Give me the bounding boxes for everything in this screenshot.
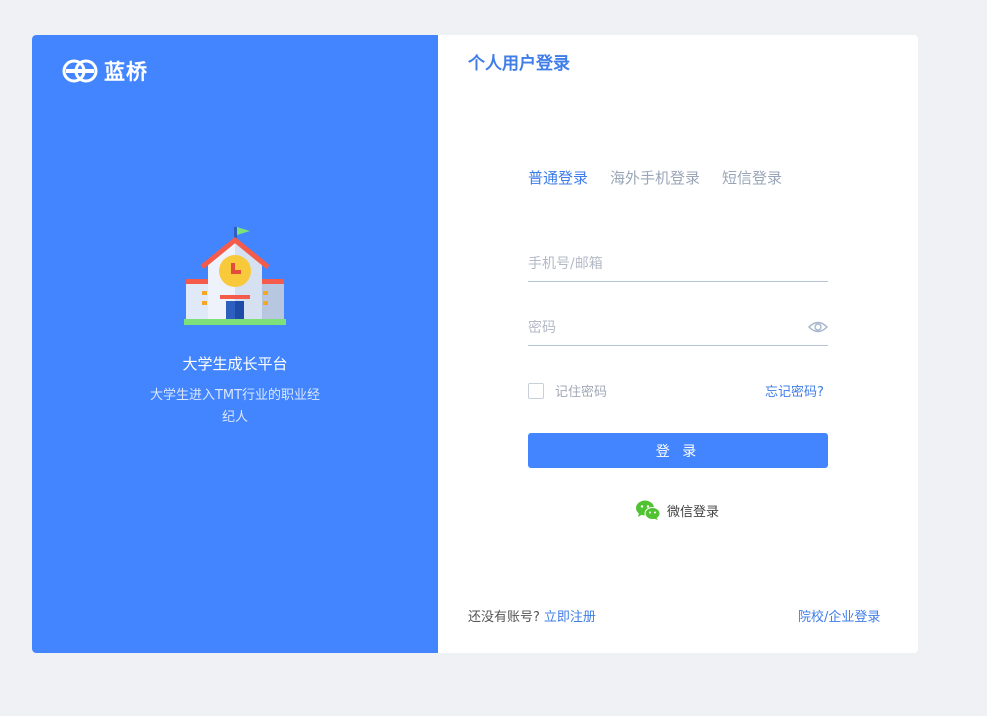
wechat-login[interactable]: 微信登录 xyxy=(636,500,719,521)
platform-subtitle: 大学生进入TMT行业的职业经纪人 xyxy=(149,388,321,425)
school-building-icon xyxy=(184,227,286,325)
login-tabs: 普通登录 海外手机登录 短信登录 xyxy=(528,167,782,188)
wechat-icon xyxy=(636,500,660,520)
org-login-link[interactable]: 院校/企业登录 xyxy=(798,606,880,625)
eye-icon[interactable] xyxy=(808,320,828,334)
no-account-text: 还没有账号? xyxy=(468,610,540,625)
platform-slogan: 大学生成长平台 xyxy=(182,355,288,373)
account-field xyxy=(528,247,828,282)
register-prompt: 还没有账号? 立即注册 xyxy=(468,606,596,625)
wechat-login-label: 微信登录 xyxy=(667,505,720,520)
brand-panel: 蓝桥 大学生成长平台 大学生进入TMT行业的职业经纪人 xyxy=(32,35,438,653)
forgot-password-link[interactable]: 忘记密码? xyxy=(765,381,824,400)
remember-checkbox[interactable] xyxy=(528,382,544,399)
tab-sms-login[interactable]: 短信登录 xyxy=(722,167,782,188)
login-card: 蓝桥 大学生成长平台 大学生进入TMT行业的职业经纪人 个人用户登录 普通登录 … xyxy=(32,35,918,653)
password-field xyxy=(528,311,828,346)
register-link[interactable]: 立即注册 xyxy=(544,610,596,625)
blue-bridge-logo-icon xyxy=(62,59,98,83)
tab-overseas-phone-login[interactable]: 海外手机登录 xyxy=(610,167,700,188)
tab-normal-login[interactable]: 普通登录 xyxy=(528,167,588,188)
login-panel: 个人用户登录 普通登录 海外手机登录 短信登录 记住密码 忘记密码? 登 录 xyxy=(438,35,918,653)
login-title: 个人用户登录 xyxy=(468,54,570,74)
account-input[interactable] xyxy=(528,256,798,272)
remember-password: 记住密码 xyxy=(528,381,607,400)
brand-logo: 蓝桥 xyxy=(62,56,148,86)
password-input[interactable] xyxy=(528,320,798,336)
brand-name: 蓝桥 xyxy=(104,60,148,84)
remember-label: 记住密码 xyxy=(555,385,608,400)
login-button[interactable]: 登 录 xyxy=(528,433,828,468)
